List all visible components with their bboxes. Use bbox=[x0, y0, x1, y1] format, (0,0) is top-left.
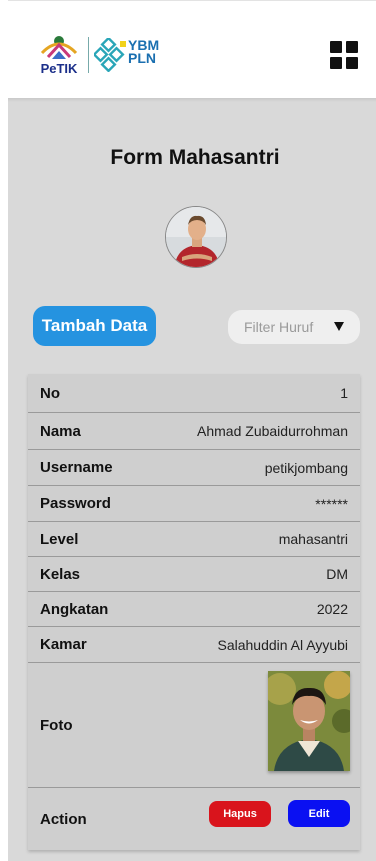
row-label: Username bbox=[40, 459, 113, 476]
row-value: DM bbox=[326, 566, 348, 582]
row-value: Ahmad Zubaidurrohman bbox=[197, 423, 348, 439]
delete-button[interactable]: Hapus bbox=[209, 801, 271, 827]
caret-down-icon bbox=[334, 322, 344, 331]
table-row: Kelas DM bbox=[28, 557, 360, 592]
table-row: Password ****** bbox=[28, 486, 360, 522]
grid-menu-icon[interactable] bbox=[330, 41, 358, 69]
pln-text: PLN bbox=[128, 50, 156, 66]
top-bar: PeTIK YBM PLN bbox=[8, 0, 376, 98]
page-title: Form Mahasantri bbox=[110, 146, 280, 169]
row-value: 2022 bbox=[316, 601, 348, 617]
header-shadow bbox=[8, 98, 376, 102]
add-data-button[interactable]: Tambah Data bbox=[33, 306, 156, 346]
row-label: Action bbox=[40, 810, 87, 828]
row-value: petikjombang bbox=[264, 459, 348, 476]
row-label: Foto bbox=[40, 716, 73, 734]
row-label: Angkatan bbox=[40, 600, 109, 618]
row-label: Password bbox=[40, 495, 111, 512]
row-value: ****** bbox=[315, 495, 348, 512]
row-label: Nama bbox=[40, 422, 81, 440]
logo-divider bbox=[88, 37, 89, 73]
table-row: Level mahasantri bbox=[28, 522, 360, 557]
row-value: mahasantri bbox=[278, 531, 348, 547]
filter-placeholder: Filter Huruf bbox=[244, 319, 314, 335]
student-photo bbox=[268, 671, 350, 771]
row-label: Kelas bbox=[40, 565, 81, 583]
table-row: Nama Ahmad Zubaidurrohman bbox=[28, 413, 360, 450]
table-row: Angkatan 2022 bbox=[28, 592, 360, 627]
petik-logo-text: PeTIK bbox=[41, 61, 78, 76]
row-value: Salahuddin Al Ayyubi bbox=[217, 636, 348, 653]
ybm-emblem-icon bbox=[94, 38, 126, 72]
edit-button[interactable]: Edit bbox=[288, 800, 350, 827]
user-avatar[interactable] bbox=[165, 206, 227, 268]
ybm-pln-logo: YBM PLN bbox=[94, 35, 168, 75]
row-label: Level bbox=[40, 530, 79, 548]
table-row: Username petikjombang bbox=[28, 450, 360, 486]
letter-filter-select[interactable]: Filter Huruf bbox=[228, 310, 360, 344]
row-label: Kamar bbox=[40, 636, 87, 653]
petik-logo: PeTIK bbox=[36, 36, 82, 76]
avatar-photo-icon bbox=[166, 207, 226, 267]
row-label: No bbox=[40, 384, 60, 402]
table-row: No 1 bbox=[28, 374, 360, 413]
row-value: 1 bbox=[340, 385, 348, 401]
record-table: No 1 Nama Ahmad Zubaidurrohman Username … bbox=[28, 374, 360, 850]
table-row-photo: Foto bbox=[28, 663, 360, 788]
brand-logos: PeTIK YBM PLN bbox=[34, 31, 174, 79]
student-photo-image bbox=[268, 671, 350, 771]
table-row: Kamar Salahuddin Al Ayyubi bbox=[28, 627, 360, 663]
